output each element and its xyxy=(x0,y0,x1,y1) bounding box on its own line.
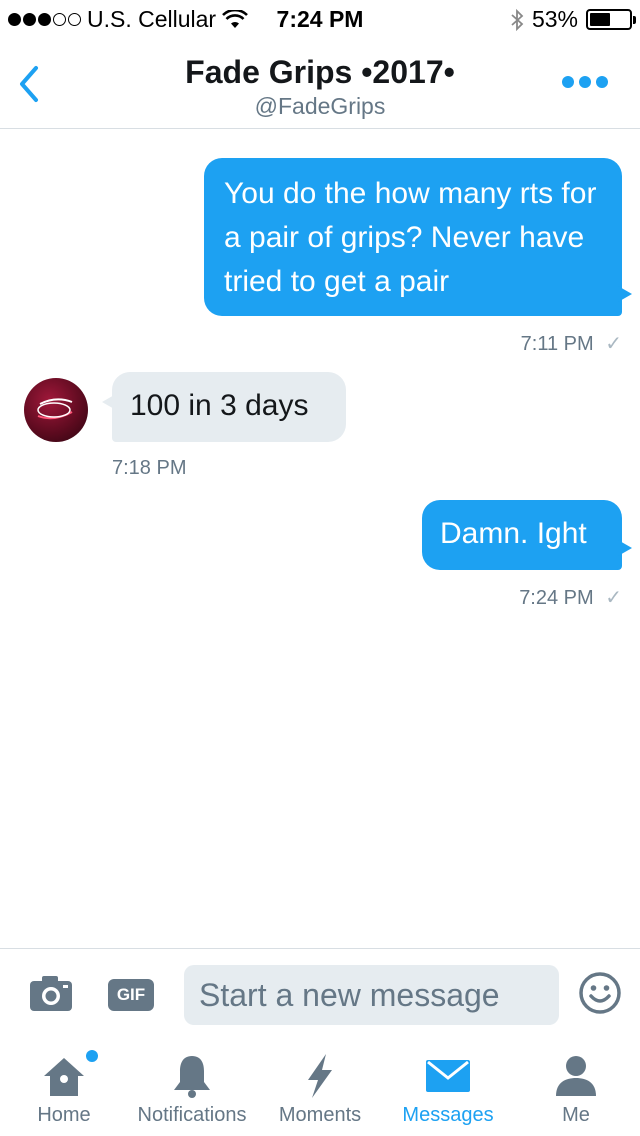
tab-messages[interactable]: Messages xyxy=(384,1040,512,1136)
status-bar: U.S. Cellular 7:24 PM 53% xyxy=(0,0,640,40)
bell-icon xyxy=(174,1056,210,1098)
tab-home[interactable]: Home xyxy=(0,1040,128,1136)
emoji-button[interactable] xyxy=(578,971,622,1015)
home-icon xyxy=(44,1058,84,1096)
tab-label: Messages xyxy=(402,1104,494,1126)
read-check-icon: ✓ xyxy=(605,333,622,355)
message-timestamp: 7:11 PM ✓ xyxy=(520,333,622,355)
message-bubble-outgoing[interactable]: Damn. Ight xyxy=(422,500,632,570)
avatar[interactable] xyxy=(24,378,88,442)
tab-label: Notifications xyxy=(137,1104,247,1126)
bluetooth-icon xyxy=(511,8,524,31)
tab-me[interactable]: Me xyxy=(512,1040,640,1136)
page-title: Fade Grips •2017• xyxy=(185,54,455,90)
message-input[interactable] xyxy=(184,965,559,1025)
fade-logo-icon xyxy=(37,398,73,420)
battery-level xyxy=(590,13,611,26)
notification-badge xyxy=(86,1050,98,1062)
lightning-icon xyxy=(308,1054,332,1098)
tab-label: Me xyxy=(562,1104,590,1126)
conversation-header: Fade Grips •2017• @FadeGrips xyxy=(0,40,640,129)
more-options-button[interactable] xyxy=(562,76,608,88)
user-handle: @FadeGrips xyxy=(254,93,386,119)
tab-moments[interactable]: Moments xyxy=(256,1040,384,1136)
message-bubble-incoming[interactable]: 100 in 3 days xyxy=(102,372,346,442)
tab-notifications[interactable]: Notifications xyxy=(128,1040,256,1136)
back-button[interactable] xyxy=(14,62,44,106)
message-timestamp: 7:18 PM xyxy=(112,457,187,479)
battery-icon xyxy=(586,9,636,30)
message-bubble-outgoing[interactable]: You do the how many rts for a pair of gr… xyxy=(204,158,632,316)
read-check-icon: ✓ xyxy=(605,587,622,609)
battery-percent: 53% xyxy=(531,6,578,32)
person-icon xyxy=(556,1056,596,1096)
smiley-icon xyxy=(579,972,621,1014)
message-composer: GIF xyxy=(0,948,640,1040)
camera-button[interactable] xyxy=(28,973,74,1013)
message-timestamp: 7:24 PM ✓ xyxy=(519,587,622,609)
header-title-block[interactable]: Fade Grips •2017• @FadeGrips xyxy=(100,52,540,120)
status-right: 53% xyxy=(510,6,636,33)
envelope-icon xyxy=(426,1060,470,1092)
camera-icon xyxy=(30,976,72,1011)
chevron-left-icon xyxy=(20,66,38,102)
tab-label: Moments xyxy=(278,1104,362,1126)
tab-bar: Home Notifications Moments Messages Me xyxy=(0,1040,640,1136)
tab-label: Home xyxy=(37,1104,91,1126)
gif-button[interactable]: GIF xyxy=(108,979,154,1011)
more-dots-icon xyxy=(562,76,574,88)
